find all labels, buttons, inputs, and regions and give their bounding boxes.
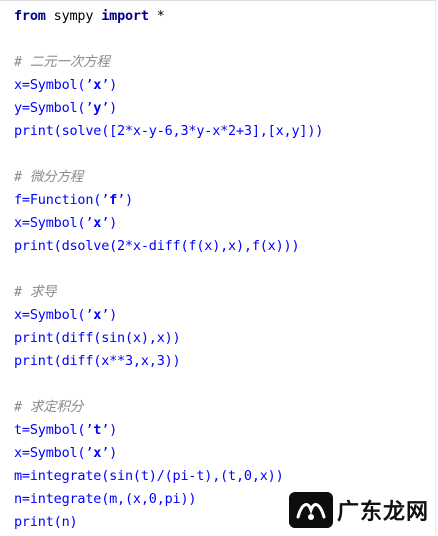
- quote-close: ’: [101, 77, 110, 93]
- code-line[interactable]: print(dsolve(2*x-diff(f(x),x),f(x))): [14, 235, 435, 258]
- code-statement: n=integrate(m,(x,0,pi)): [14, 491, 197, 507]
- code-line[interactable]: y=Symbol(’y’): [14, 97, 435, 120]
- code-editor[interactable]: from sympy import * # 二元一次方程 x=Symbol(’x’)…: [0, 0, 436, 534]
- string-literal: f: [109, 192, 118, 208]
- import-star: *: [148, 8, 165, 24]
- code-line[interactable]: # 求导: [14, 281, 435, 304]
- close-paren: ): [109, 77, 118, 93]
- close-paren: ): [109, 100, 118, 116]
- quote-close: ’: [101, 307, 110, 323]
- code-statement: print(diff(sin(x),x)): [14, 330, 181, 346]
- code-area[interactable]: from sympy import * # 二元一次方程 x=Symbol(’x’)…: [14, 5, 435, 534]
- code-line[interactable]: print(solve([2*x-y-6,3*y-x*2+3],[x,y])): [14, 120, 435, 143]
- quote-close: ’: [101, 100, 110, 116]
- code-comment: # 求导: [14, 284, 57, 300]
- blank-line[interactable]: [14, 373, 435, 396]
- logo-glyph-icon: [296, 503, 326, 520]
- code-line[interactable]: m=integrate(sin(t)/(pi-t),(t,0,x)): [14, 465, 435, 488]
- assignment: y=Symbol(: [14, 100, 86, 116]
- quote-close: ’: [101, 215, 110, 231]
- close-paren: ): [109, 215, 118, 231]
- assignment: x=Symbol(: [14, 307, 86, 323]
- code-line[interactable]: # 微分方程: [14, 166, 435, 189]
- code-line[interactable]: x=Symbol(’x’): [14, 74, 435, 97]
- code-line[interactable]: x=Symbol(’x’): [14, 442, 435, 465]
- code-statement: print(diff(x**3,x,3)): [14, 353, 181, 369]
- code-line[interactable]: # 求定积分: [14, 396, 435, 419]
- code-line[interactable]: # 二元一次方程: [14, 51, 435, 74]
- quote-close: ’: [101, 445, 110, 461]
- assignment: x=Symbol(: [14, 215, 86, 231]
- keyword-import: import: [101, 8, 149, 24]
- blank-line[interactable]: [14, 258, 435, 281]
- code-line[interactable]: t=Symbol(’t’): [14, 419, 435, 442]
- assignment: x=Symbol(: [14, 77, 86, 93]
- close-paren: ): [109, 422, 118, 438]
- module-name: sympy: [45, 8, 102, 24]
- code-line[interactable]: x=Symbol(’x’): [14, 304, 435, 327]
- quote-close: ’: [117, 192, 126, 208]
- assignment: t=Symbol(: [14, 422, 86, 438]
- close-paren: ): [125, 192, 133, 208]
- code-line[interactable]: print(diff(sin(x),x)): [14, 327, 435, 350]
- blank-line[interactable]: [14, 143, 435, 166]
- code-line[interactable]: from sympy import *: [14, 5, 435, 28]
- code-statement: print(n): [14, 514, 78, 530]
- quote-open: ’: [101, 192, 110, 208]
- code-line[interactable]: f=Function(’f’): [14, 189, 435, 212]
- assignment: f=Function(: [14, 192, 102, 208]
- code-comment: # 求定积分: [14, 399, 84, 415]
- code-line[interactable]: x=Symbol(’x’): [14, 212, 435, 235]
- code-statement: print(dsolve(2*x-diff(f(x),x),f(x))): [14, 238, 300, 254]
- code-statement: m=integrate(sin(t)/(pi-t),(t,0,x)): [14, 468, 284, 484]
- code-comment: # 微分方程: [14, 169, 84, 185]
- keyword-from: from: [14, 8, 46, 24]
- blank-line[interactable]: [14, 28, 435, 51]
- quote-close: ’: [101, 422, 110, 438]
- close-paren: ): [109, 307, 118, 323]
- close-paren: ): [109, 445, 118, 461]
- watermark: 广东龙网: [288, 492, 429, 528]
- code-statement: print(solve([2*x-y-6,3*y-x*2+3],[x,y])): [14, 123, 324, 139]
- watermark-text: 广东龙网: [336, 500, 429, 525]
- code-line[interactable]: print(diff(x**3,x,3)): [14, 350, 435, 373]
- code-comment: # 二元一次方程: [14, 54, 110, 70]
- logo-badge-icon: [288, 492, 333, 528]
- assignment: x=Symbol(: [14, 445, 86, 461]
